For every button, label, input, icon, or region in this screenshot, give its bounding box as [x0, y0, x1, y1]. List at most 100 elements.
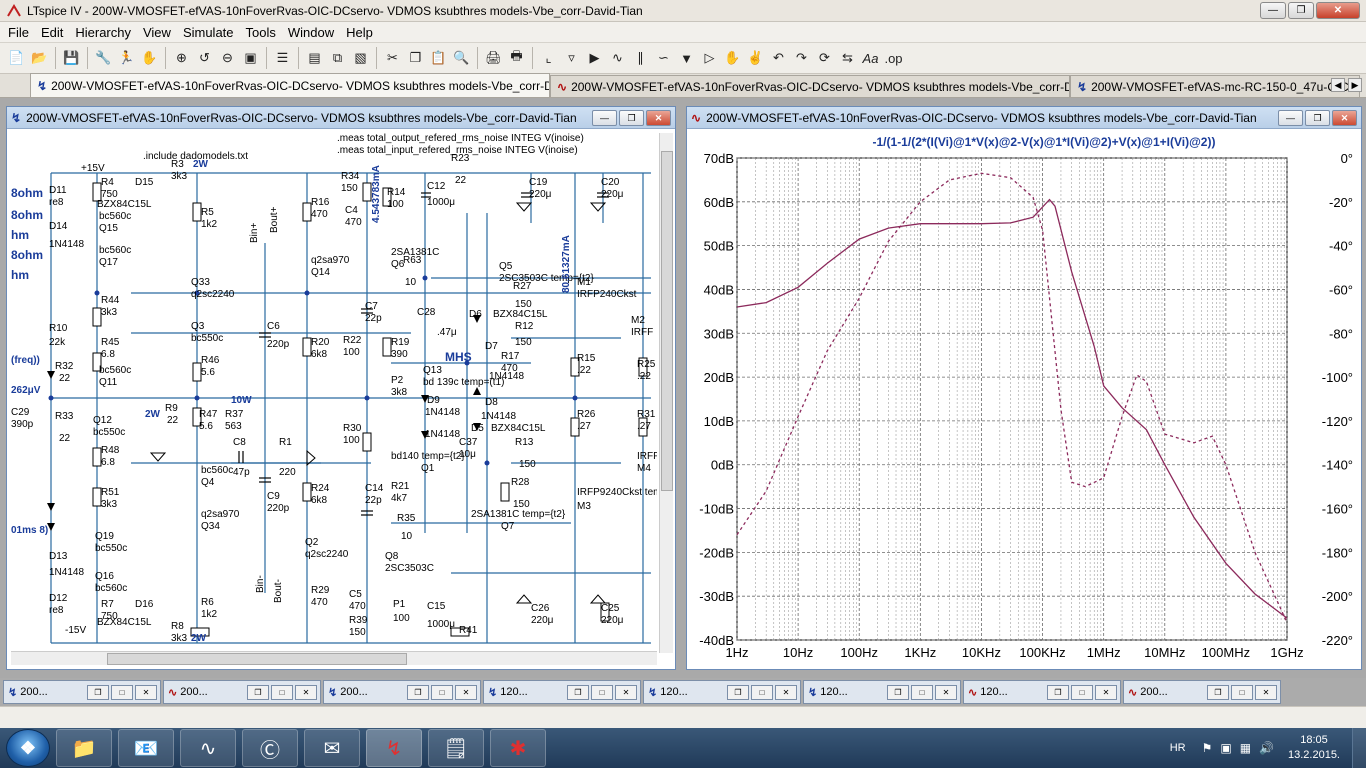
- waveform-plot-area[interactable]: -1/(1-1/(2*(I(Vi)@1*V(x)@2-V(x)@1*I(Vi)@…: [689, 131, 1359, 667]
- start-button[interactable]: ❖: [6, 729, 50, 767]
- restore-icon[interactable]: ❐: [87, 684, 109, 700]
- copy-icon[interactable]: ❐: [405, 47, 426, 69]
- show-desktop-button[interactable]: [1352, 728, 1366, 768]
- maximize-icon[interactable]: □: [1231, 684, 1253, 700]
- tab-schematic-2[interactable]: ↯ 200W-VMOSFET-efVAS-mc-RC-150-0_47u-OIC…: [1070, 75, 1360, 97]
- save-icon[interactable]: 💾: [61, 47, 82, 69]
- device-icon[interactable]: ▣: [1220, 741, 1231, 755]
- mirror-icon[interactable]: ⇆: [837, 47, 858, 69]
- maximize-icon[interactable]: □: [111, 684, 133, 700]
- restore-icon[interactable]: ❐: [247, 684, 269, 700]
- close-icon[interactable]: ✕: [135, 684, 157, 700]
- run-icon[interactable]: 🏃: [116, 47, 137, 69]
- mail-icon[interactable]: ✉: [304, 729, 360, 767]
- notepad-icon[interactable]: 🗒: [428, 729, 484, 767]
- scroll-thumb[interactable]: [661, 151, 673, 491]
- minimized-window-2[interactable]: ∿ 200... ❐ □ ✕: [163, 680, 321, 704]
- close-icon[interactable]: ✕: [935, 684, 957, 700]
- schematic-close-button[interactable]: ✕: [646, 110, 671, 126]
- halt-icon[interactable]: ✋: [139, 47, 160, 69]
- ie-icon[interactable]: Ⓒ: [242, 729, 298, 767]
- menu-help[interactable]: Help: [340, 25, 379, 40]
- text-icon[interactable]: Aa: [860, 47, 881, 69]
- flag-icon[interactable]: ⚑: [1202, 741, 1213, 755]
- tab-scroll-left-icon[interactable]: ◀: [1331, 78, 1345, 92]
- print-preview-icon[interactable]: 🖶: [506, 47, 527, 69]
- close-icon[interactable]: ✕: [1095, 684, 1117, 700]
- drag-icon[interactable]: ✌: [745, 47, 766, 69]
- oscilloscope-icon[interactable]: ∿: [180, 729, 236, 767]
- restore-icon[interactable]: ❐: [1047, 684, 1069, 700]
- ground-icon[interactable]: ▿: [561, 47, 582, 69]
- waveform-window-titlebar[interactable]: ∿ 200W-VMOSFET-efVAS-10nFoverRvas-OIC-DC…: [687, 107, 1361, 129]
- close-button[interactable]: ✕: [1316, 2, 1360, 19]
- language-indicator[interactable]: HR: [1170, 742, 1186, 754]
- schematic-minimize-button[interactable]: —: [592, 110, 617, 126]
- tab-schematic-1[interactable]: ↯ 200W-VMOSFET-efVAS-10nFoverRvas-OIC-DC…: [30, 73, 550, 97]
- component-icon[interactable]: ▷: [699, 47, 720, 69]
- menu-window[interactable]: Window: [282, 25, 340, 40]
- waveform-close-button[interactable]: ✕: [1332, 110, 1357, 126]
- minimized-window-4[interactable]: ↯ 120... ❐ □ ✕: [483, 680, 641, 704]
- maximize-button[interactable]: ❐: [1288, 2, 1314, 19]
- menu-file[interactable]: File: [2, 25, 35, 40]
- clock[interactable]: 18:05 13.2.2015.: [1288, 733, 1340, 763]
- restore-icon[interactable]: ❐: [727, 684, 749, 700]
- control-panel-icon[interactable]: 🔧: [93, 47, 114, 69]
- zoom-fit-icon[interactable]: ▣: [240, 47, 261, 69]
- maximize-icon[interactable]: □: [911, 684, 933, 700]
- minimized-window-8[interactable]: ∿ 200... ❐ □ ✕: [1123, 680, 1281, 704]
- close-icon[interactable]: ✕: [775, 684, 797, 700]
- zoom-in-icon[interactable]: ⊕: [171, 47, 192, 69]
- directive-meas-output[interactable]: .meas total_output_refered_rms_noise INT…: [337, 133, 584, 144]
- menu-hierarchy[interactable]: Hierarchy: [69, 25, 137, 40]
- restore-icon[interactable]: ❐: [887, 684, 909, 700]
- diode-icon[interactable]: ▼: [676, 47, 697, 69]
- waveform-minimize-button[interactable]: —: [1278, 110, 1303, 126]
- explorer-icon[interactable]: 📁: [56, 729, 112, 767]
- close-icon[interactable]: ✕: [615, 684, 637, 700]
- minimized-window-7[interactable]: ∿ 120... ❐ □ ✕: [963, 680, 1121, 704]
- menu-simulate[interactable]: Simulate: [177, 25, 240, 40]
- capacitor-icon[interactable]: ∥: [630, 47, 651, 69]
- move-icon[interactable]: ✋: [722, 47, 743, 69]
- label-icon[interactable]: ▶: [584, 47, 605, 69]
- cut-icon[interactable]: ✂: [382, 47, 403, 69]
- paint-icon[interactable]: ✱: [490, 729, 546, 767]
- tile-icon[interactable]: ▤: [304, 47, 325, 69]
- maximize-icon[interactable]: □: [591, 684, 613, 700]
- resistor-icon[interactable]: ∿: [607, 47, 628, 69]
- minimize-button[interactable]: —: [1260, 2, 1286, 19]
- schematic-vertical-scrollbar[interactable]: [659, 133, 673, 653]
- minimized-window-6[interactable]: ↯ 120... ❐ □ ✕: [803, 680, 961, 704]
- schematic-restore-button[interactable]: ❐: [619, 110, 644, 126]
- minimized-window-3[interactable]: ↯ 200... ❐ □ ✕: [323, 680, 481, 704]
- outlook-icon[interactable]: 📧: [118, 729, 174, 767]
- maximize-icon[interactable]: □: [1071, 684, 1093, 700]
- find-icon[interactable]: 🔍: [451, 47, 472, 69]
- inductor-icon[interactable]: ∽: [653, 47, 674, 69]
- new-schematic-icon[interactable]: 📄: [6, 47, 27, 69]
- trace-expression[interactable]: -1/(1-1/(2*(I(Vi)@1*V(x)@2-V(x)@1*I(Vi)@…: [873, 135, 1216, 149]
- tab-scroll-right-icon[interactable]: ▶: [1348, 78, 1362, 92]
- close-icon[interactable]: ✕: [455, 684, 477, 700]
- schematic-drawing[interactable]: .include dadomodels.txt .meas total_outp…: [11, 133, 657, 653]
- paste-icon[interactable]: 📋: [428, 47, 449, 69]
- close-all-icon[interactable]: ▧: [350, 47, 371, 69]
- spice-directive-icon[interactable]: .op: [883, 47, 904, 69]
- network-icon[interactable]: ▦: [1240, 741, 1251, 755]
- menu-edit[interactable]: Edit: [35, 25, 69, 40]
- volume-icon[interactable]: 🔊: [1259, 741, 1274, 755]
- scroll-thumb[interactable]: [107, 653, 407, 665]
- schematic-window-titlebar[interactable]: ↯ 200W-VMOSFET-efVAS-10nFoverRvas-OIC-DC…: [7, 107, 675, 129]
- autorange-icon[interactable]: ☰: [272, 47, 293, 69]
- zoom-pan-icon[interactable]: ↺: [194, 47, 215, 69]
- restore-icon[interactable]: ❐: [567, 684, 589, 700]
- close-icon[interactable]: ✕: [1255, 684, 1277, 700]
- minimized-window-1[interactable]: ↯ 200... ❐ □ ✕: [3, 680, 161, 704]
- restore-icon[interactable]: ❐: [407, 684, 429, 700]
- minimized-window-5[interactable]: ↯ 120... ❐ □ ✕: [643, 680, 801, 704]
- undo-icon[interactable]: ↶: [768, 47, 789, 69]
- menu-view[interactable]: View: [137, 25, 177, 40]
- print-icon[interactable]: 🖨: [483, 47, 504, 69]
